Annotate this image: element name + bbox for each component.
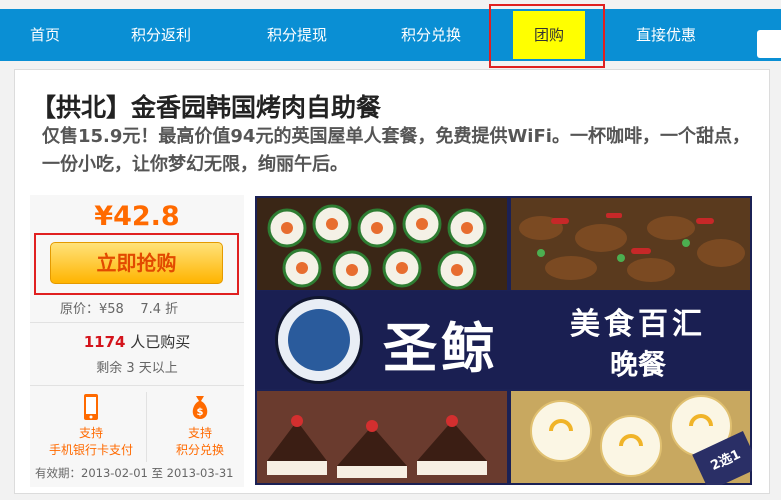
brand-meal-label: 晚餐	[610, 348, 667, 381]
phone-icon	[84, 394, 98, 420]
meat-illustration	[519, 213, 745, 282]
saint-whale-logo	[275, 296, 363, 384]
money-bag-icon: $	[192, 396, 208, 419]
divider	[30, 322, 244, 323]
buy-box: ¥42.8 立即抢购 原价：¥58 7.4 折 1174 人已购买 剩余 3 天…	[30, 195, 244, 487]
nav-item-withdraw[interactable]: 积分提现	[256, 9, 338, 61]
brand-band: 圣鲸 美食百汇 晚餐	[255, 291, 752, 389]
bought-count-line: 1174 人已购买	[30, 331, 244, 352]
nav-item-discount[interactable]: 直接优惠	[625, 9, 707, 61]
bought-label: 人已购买	[125, 333, 191, 351]
deal-title: 【拱北】金香园韩国烤肉自助餐	[31, 93, 382, 122]
whale-tail-icon	[288, 309, 350, 371]
nav-item-home[interactable]: 首页	[14, 9, 76, 61]
svg-text:$: $	[197, 407, 204, 418]
brand-title: 圣鲸	[383, 316, 499, 380]
brand-subtitle: 美食百汇	[570, 307, 706, 342]
nav-item-exchange[interactable]: 积分兑换	[390, 9, 472, 61]
validity-period: 有效期：2013-02-01 至 2013-03-31	[35, 466, 234, 480]
cake-illustration	[267, 415, 487, 478]
divider	[30, 385, 244, 386]
deal-card: 【拱北】金香园韩国烤肉自助餐 仅售15.9元！最高价值94元的英国屋单人套餐，免…	[14, 69, 770, 494]
deal-subtitle: 仅售15.9元！最高价值94元的英国屋单人套餐，免费提供WiFi。一杯咖啡，一个…	[42, 126, 750, 175]
support-points: $ 支持 积分兑换	[145, 393, 255, 459]
search-box-edge[interactable]	[757, 30, 781, 58]
groupbuy-highlight-frame	[489, 4, 605, 68]
meat-dish-photo	[511, 198, 750, 290]
support-points-label: 支持	[187, 426, 212, 440]
support-card-pay: 支持 手机银行卡支付	[36, 393, 146, 459]
cake-photo	[257, 391, 507, 483]
main-nav: 首页 积分返利 积分提现 积分兑换 团购 直接优惠	[0, 9, 781, 61]
support-card-desc: 手机银行卡支付	[48, 443, 133, 457]
bought-count: 1174	[83, 333, 126, 351]
top-strip	[0, 0, 781, 9]
original-price: 原价：¥58 7.4 折	[60, 302, 179, 317]
buy-now-button[interactable]: 立即抢购	[50, 242, 223, 284]
sushi-illustration	[267, 204, 487, 290]
support-points-desc: 积分兑换	[175, 443, 224, 457]
nav-item-rebate[interactable]: 积分返利	[120, 9, 202, 61]
sushi-photo	[257, 198, 507, 290]
deal-price: ¥42.8	[94, 201, 180, 232]
support-card-label: 支持	[78, 426, 103, 440]
remaining-time: 剩余 3 天以上	[96, 361, 178, 376]
deal-banner-image[interactable]: 圣鲸 美食百汇 晚餐 2选1	[255, 196, 752, 485]
